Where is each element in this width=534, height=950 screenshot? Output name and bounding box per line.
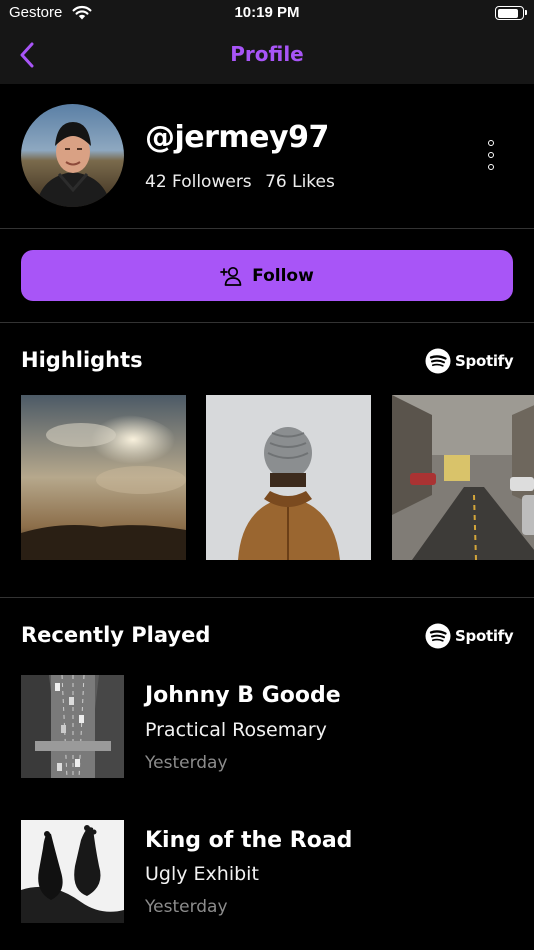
username: @jermey97 bbox=[145, 120, 329, 155]
add-user-icon bbox=[220, 266, 242, 286]
track-artist: Ugly Exhibit bbox=[145, 863, 259, 885]
highlight-item[interactable] bbox=[21, 395, 186, 560]
spotify-wordmark: Spotify bbox=[455, 352, 514, 370]
navigation-bar: Profile bbox=[0, 28, 534, 84]
spotify-icon bbox=[425, 623, 451, 649]
top-bar: Gestore 10:19 PM Profile bbox=[0, 0, 534, 84]
status-bar: Gestore 10:19 PM bbox=[0, 0, 534, 28]
highlight-item[interactable] bbox=[392, 395, 534, 560]
more-options-icon[interactable] bbox=[478, 140, 504, 170]
likes-count[interactable]: 76 Likes bbox=[265, 172, 335, 192]
divider bbox=[0, 322, 534, 323]
divider bbox=[0, 597, 534, 598]
follow-button[interactable]: Follow bbox=[21, 250, 513, 301]
track-artwork[interactable] bbox=[21, 675, 124, 778]
track-title[interactable]: Johnny B Goode bbox=[145, 683, 341, 708]
spotify-wordmark: Spotify bbox=[455, 627, 514, 645]
highlights-title: Highlights bbox=[21, 348, 143, 372]
track-artist: Practical Rosemary bbox=[145, 719, 327, 741]
follow-button-label: Follow bbox=[252, 265, 314, 286]
followers-count[interactable]: 42 Followers bbox=[145, 172, 252, 192]
recently-played-title: Recently Played bbox=[21, 623, 211, 647]
track-played-time: Yesterday bbox=[145, 897, 228, 917]
track-artwork[interactable] bbox=[21, 820, 124, 923]
track-title[interactable]: King of the Road bbox=[145, 828, 352, 853]
battery-level bbox=[497, 8, 519, 18]
track-played-time: Yesterday bbox=[145, 753, 228, 773]
spotify-icon bbox=[425, 348, 451, 374]
status-time: 10:19 PM bbox=[234, 4, 300, 21]
spotify-logo[interactable]: Spotify bbox=[425, 623, 514, 649]
page-title: Profile bbox=[230, 42, 304, 66]
avatar[interactable] bbox=[21, 104, 124, 207]
battery-icon bbox=[495, 6, 527, 20]
divider bbox=[0, 228, 534, 229]
profile-stats: 42 Followers 76 Likes bbox=[145, 172, 343, 192]
highlight-item[interactable] bbox=[206, 395, 371, 560]
spotify-logo[interactable]: Spotify bbox=[425, 348, 514, 374]
